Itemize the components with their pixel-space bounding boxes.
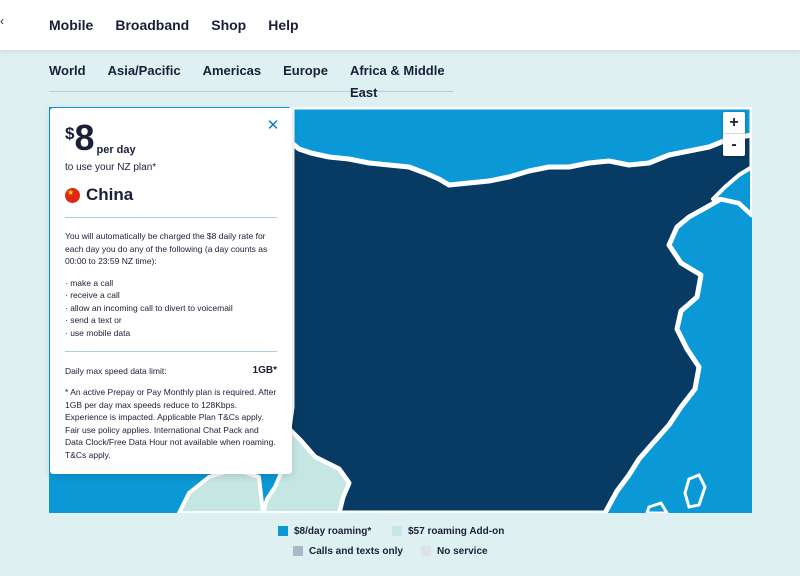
country-info-panel: ✕ $ 8 per day to use your NZ plan* China…: [50, 108, 292, 474]
bullet-item: · allow an incoming call to divert to vo…: [65, 302, 233, 313]
legend-label: No service: [437, 545, 488, 557]
legend-swatch: [392, 526, 402, 536]
map-island-south[interactable]: [645, 501, 669, 513]
price-per-day: per day: [96, 144, 136, 156]
charge-intro: You will automatically be charged the $8…: [65, 231, 268, 266]
tab-world[interactable]: World: [49, 60, 86, 91]
price-currency: $: [65, 124, 75, 143]
bullet-item: · receive a call: [65, 290, 120, 300]
zoom-controls: + -: [723, 112, 745, 156]
country-name: China: [86, 185, 134, 204]
panel-divider: [65, 351, 277, 352]
map-legend: $8/day roaming* $57 roaming Add-on Calls…: [278, 524, 528, 564]
back-icon[interactable]: ‹: [0, 15, 8, 27]
bullet-item: · use mobile data: [65, 327, 131, 338]
data-limit-label: Daily max speed data limit:: [65, 365, 167, 376]
legend-addon: $57 roaming Add-on: [392, 524, 504, 538]
nav-broadband[interactable]: Broadband: [115, 17, 189, 33]
panel-divider: [65, 217, 277, 218]
china-flag-icon: [65, 187, 80, 203]
legend-swatch: [278, 526, 288, 536]
footnote: * An active Prepay or Pay Monthly plan i…: [65, 387, 277, 460]
tab-americas[interactable]: Americas: [203, 60, 262, 91]
tab-asia-pacific[interactable]: Asia/Pacific: [108, 60, 181, 91]
nav-help[interactable]: Help: [268, 17, 298, 33]
data-limit-row: Daily max speed data limit: 1GB*: [65, 364, 277, 377]
legend-roaming: $8/day roaming*: [278, 524, 371, 538]
legend-label: $57 roaming Add-on: [408, 525, 505, 537]
close-icon[interactable]: ✕: [266, 118, 280, 134]
legend-label: $8/day roaming*: [294, 525, 372, 537]
bullet-item: · make a call: [65, 277, 114, 288]
tab-africa-middle-east[interactable]: Africa & Middle East: [350, 60, 453, 100]
use-plan-text: to use your NZ plan*: [65, 162, 157, 173]
legend-swatch: [421, 546, 431, 556]
nav-shop[interactable]: Shop: [211, 17, 246, 33]
top-navigation-bar: ‹ Mobile Broadband Shop Help: [0, 0, 800, 50]
legend-label: Calls and texts only: [309, 545, 403, 557]
bullet-item: · send a text or: [65, 315, 122, 325]
main-nav: Mobile Broadband Shop Help: [49, 17, 299, 33]
region-tabs: World Asia/Pacific Americas Europe Afric…: [49, 60, 453, 100]
zoom-out-button[interactable]: -: [723, 134, 745, 156]
tab-europe[interactable]: Europe: [283, 60, 328, 91]
legend-calls-texts: Calls and texts only: [293, 544, 403, 558]
legend-no-service: No service: [421, 544, 488, 558]
country-heading: China: [65, 185, 277, 205]
legend-swatch: [293, 546, 303, 556]
map-island-taiwan[interactable]: [683, 473, 707, 509]
data-limit-value: 1GB*: [252, 365, 277, 376]
daily-price: $ 8 per day: [65, 120, 277, 158]
map-country-south-teal-2[interactable]: [177, 467, 265, 513]
charge-bullet-list: · make a call · receive a call · allow a…: [65, 277, 277, 340]
price-amount: 8: [74, 117, 95, 158]
zoom-in-button[interactable]: +: [723, 112, 745, 134]
nav-mobile[interactable]: Mobile: [49, 17, 93, 33]
